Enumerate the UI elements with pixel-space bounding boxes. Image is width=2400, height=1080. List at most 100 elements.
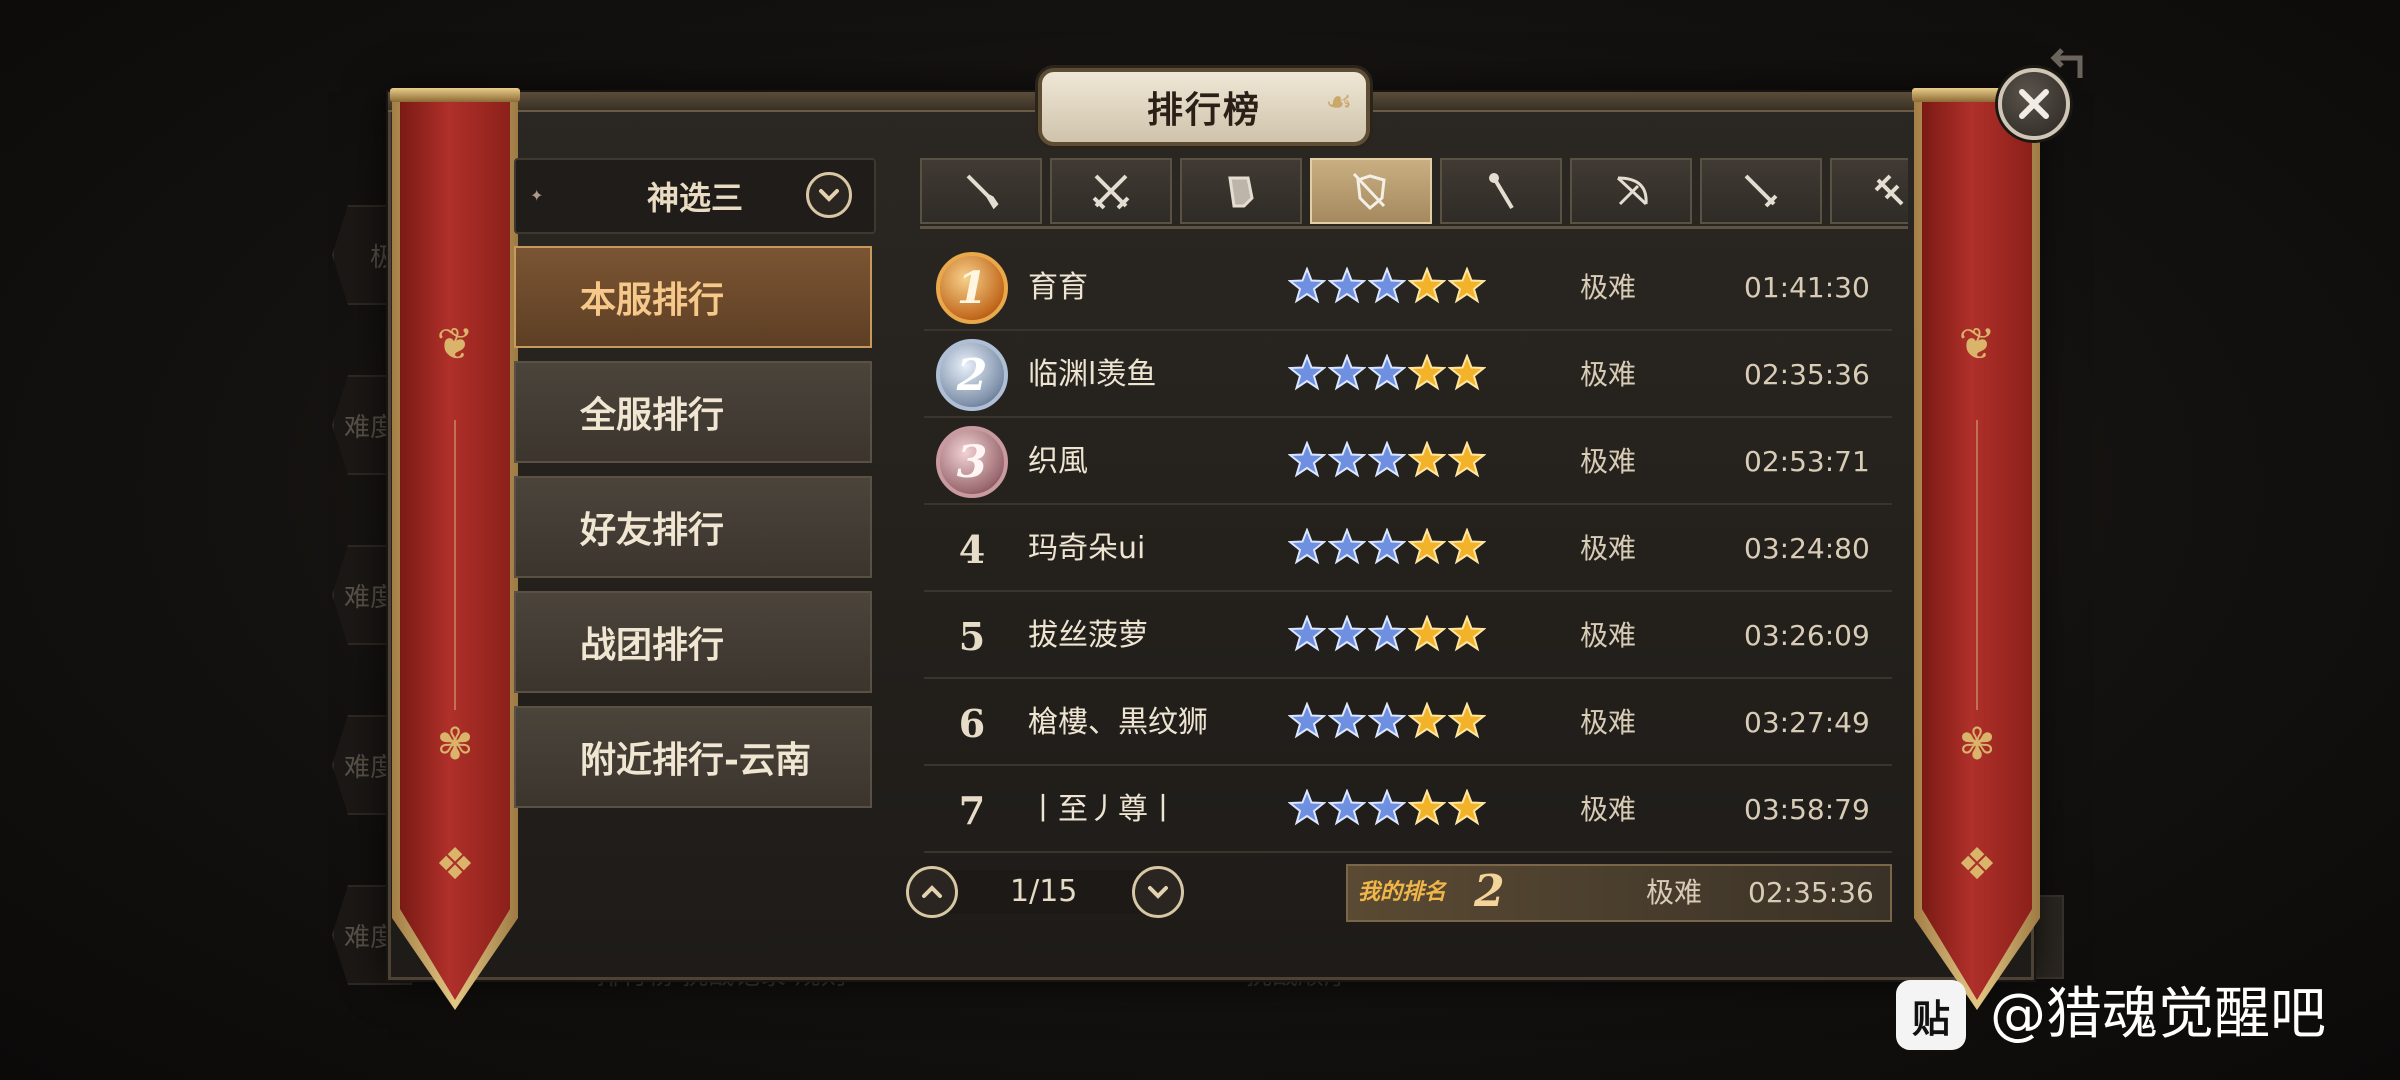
gold-medal-icon: 1 <box>936 252 1008 324</box>
gold-star-icon <box>1448 528 1486 565</box>
ranking-row[interactable]: 4 玛奇朵ui 极难 03:24:80 <box>924 506 1892 592</box>
player-name: 槍樓、黒纹狮 <box>1028 705 1208 740</box>
blue-star-icon <box>1288 615 1326 652</box>
shield-sword-icon <box>1352 172 1386 211</box>
gold-star-icon <box>1408 267 1446 304</box>
menu-server-ranking[interactable]: 本服排行 <box>514 246 872 348</box>
menu-nearby-ranking[interactable]: 附近排行-云南 <box>514 706 872 808</box>
weapon-tab[interactable] <box>1830 158 1908 224</box>
difficulty-label: 极难 <box>1580 532 1637 565</box>
blue-star-icon <box>1368 528 1406 565</box>
difficulty-select[interactable]: ✦ 神选三 <box>514 158 876 234</box>
weapon-tab[interactable] <box>920 158 1042 224</box>
clear-time: 03:27:49 <box>1744 706 1870 739</box>
player-name: 育育 <box>1028 270 1088 305</box>
rank-cell: 6 <box>934 680 1010 766</box>
chevron-down-icon <box>1148 886 1168 899</box>
player-name: 织風 <box>1028 444 1088 479</box>
weapon-tab[interactable] <box>1570 158 1692 224</box>
dual-swords-icon <box>1092 174 1130 210</box>
clear-time: 01:41:30 <box>1744 271 1870 304</box>
blue-star-icon <box>1368 702 1406 739</box>
prev-page-button[interactable] <box>906 866 958 918</box>
rank-number: 4 <box>958 526 986 572</box>
difficulty-label: 极难 <box>1580 619 1637 652</box>
star-rating <box>1288 615 1486 657</box>
gold-star-icon <box>1448 615 1486 652</box>
my-rank-label: 我的排名 <box>1358 880 1447 905</box>
blue-star-icon <box>1328 354 1366 391</box>
clear-time: 03:24:80 <box>1744 532 1870 565</box>
blue-star-icon <box>1288 528 1326 565</box>
page-title: 排行榜 <box>1146 89 1261 131</box>
blue-star-icon <box>1288 789 1326 826</box>
tieba-logo-icon: 贴 <box>1896 980 1966 1050</box>
banner-emblem-icon: ❦ <box>436 319 474 370</box>
longsword-icon <box>1744 174 1778 208</box>
my-rank-time: 02:35:36 <box>1748 876 1874 909</box>
close-button[interactable] <box>1998 68 2070 140</box>
banner-line <box>1976 420 1978 710</box>
weapon-tab[interactable] <box>1310 158 1432 224</box>
player-name: 临渊l羡鱼 <box>1028 357 1157 392</box>
blue-star-icon <box>1328 528 1366 565</box>
blue-star-icon <box>1328 789 1366 826</box>
star-rating <box>1288 528 1486 570</box>
ranking-row[interactable]: 2 临渊l羡鱼 极难 02:35:36 <box>924 332 1892 418</box>
difficulty-label: 极难 <box>1580 358 1637 391</box>
rank-cell: 5 <box>934 593 1010 679</box>
blue-star-icon <box>1288 441 1326 478</box>
blue-star-icon <box>1368 267 1406 304</box>
banner-emblem-icon: ✾ <box>436 719 474 770</box>
blue-star-icon <box>1288 354 1326 391</box>
difficulty-label: 极难 <box>1580 445 1637 478</box>
banner-emblem-icon: ✾ <box>1958 719 1996 770</box>
star-rating <box>1288 441 1486 483</box>
gold-star-icon <box>1408 528 1446 565</box>
crossbow-icon <box>1874 174 1904 206</box>
star-rating <box>1288 354 1486 396</box>
banner-emblem-icon: ❖ <box>435 839 475 890</box>
weapon-tab[interactable] <box>1180 158 1302 224</box>
left-banner-cap <box>390 88 520 102</box>
difficulty-label: 极难 <box>1580 706 1637 739</box>
gold-star-icon <box>1448 267 1486 304</box>
ranking-row[interactable]: 3 织風 极难 02:53:71 <box>924 419 1892 505</box>
gold-star-icon <box>1408 789 1446 826</box>
difficulty-label: 极难 <box>1580 271 1637 304</box>
weapon-tab[interactable] <box>1050 158 1172 224</box>
rank-cell: 1 <box>934 245 1010 331</box>
tabs-divider <box>920 226 1908 229</box>
title-ornament-icon: ☙ <box>1325 85 1353 120</box>
blue-star-icon <box>1368 615 1406 652</box>
weapon-tab[interactable] <box>1700 158 1822 224</box>
gold-star-icon <box>1408 441 1446 478</box>
blue-star-icon <box>1328 615 1366 652</box>
blue-star-icon <box>1288 267 1326 304</box>
blue-star-icon <box>1368 354 1406 391</box>
ranking-row[interactable]: 7 丨至丿尊丨 极难 03:58:79 <box>924 767 1892 853</box>
blue-star-icon <box>1368 789 1406 826</box>
player-name: 玛奇朵ui <box>1028 531 1146 566</box>
clear-time: 03:58:79 <box>1744 793 1870 826</box>
blue-star-icon <box>1328 267 1366 304</box>
my-rank-number: 2 <box>1474 866 1505 917</box>
menu-global-ranking[interactable]: 全服排行 <box>514 361 872 463</box>
gold-star-icon <box>1448 441 1486 478</box>
next-page-button[interactable] <box>1132 866 1184 918</box>
my-rank-bar: 我的排名 2 极难 02:35:36 <box>1346 864 1892 922</box>
ranking-row[interactable]: 6 槍樓、黒纹狮 极难 03:27:49 <box>924 680 1892 766</box>
menu-friend-ranking[interactable]: 好友排行 <box>514 476 872 578</box>
weapon-tab[interactable] <box>1440 158 1562 224</box>
banner-emblem-icon: ❦ <box>1958 319 1996 370</box>
star-rating <box>1288 267 1486 309</box>
menu-guild-ranking[interactable]: 战团排行 <box>514 591 872 693</box>
weapon-tabs <box>920 158 1908 228</box>
clear-time: 02:53:71 <box>1744 445 1870 478</box>
my-rank-difficulty: 极难 <box>1646 876 1703 909</box>
gold-star-icon <box>1448 789 1486 826</box>
ranking-row[interactable]: 1 育育 极难 01:41:30 <box>924 245 1892 331</box>
ranking-row[interactable]: 5 拔丝菠萝 极难 03:26:09 <box>924 593 1892 679</box>
banner-line <box>454 420 456 710</box>
blue-star-icon <box>1368 441 1406 478</box>
